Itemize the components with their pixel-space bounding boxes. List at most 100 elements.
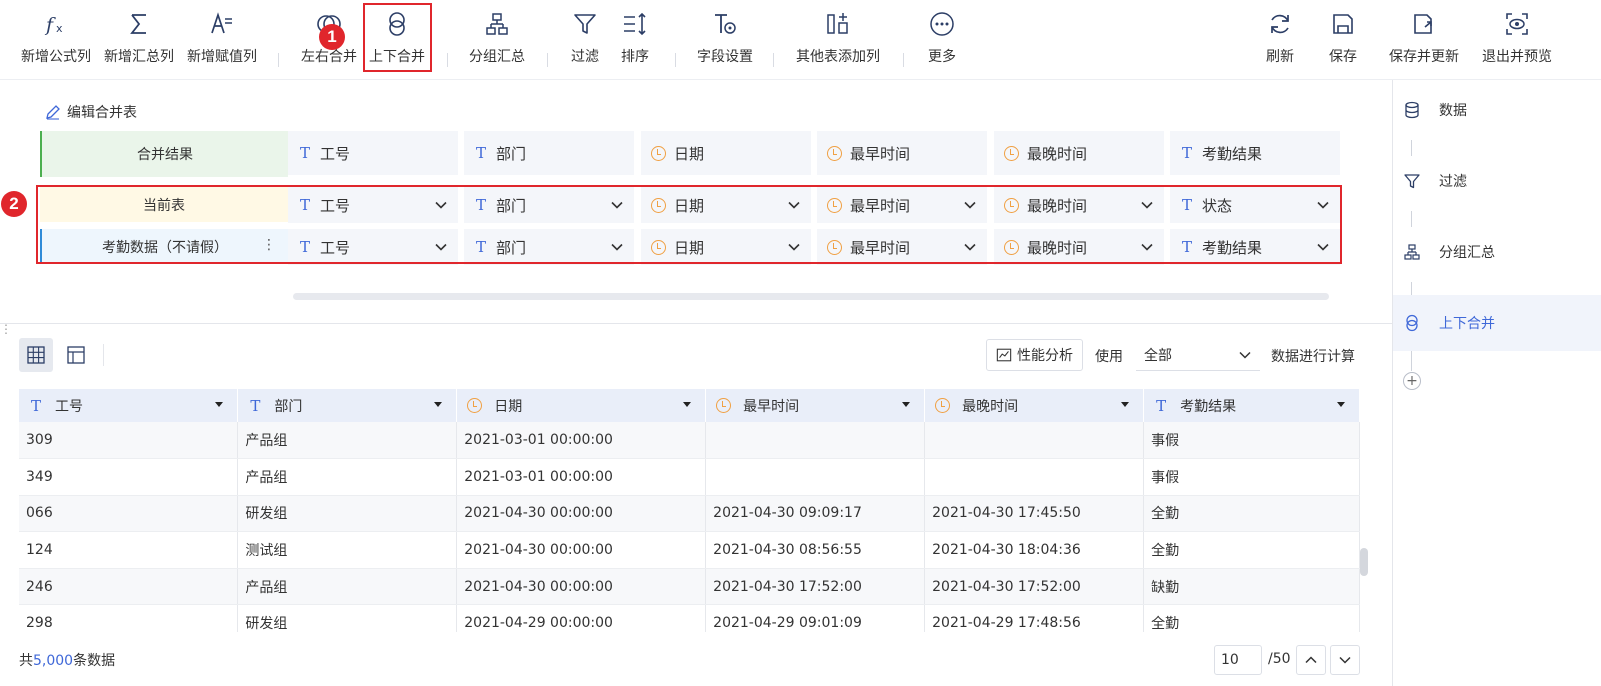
panel-splitter[interactable] <box>0 323 1393 324</box>
caret-down-icon[interactable] <box>434 402 443 407</box>
merge-result-label: 合并结果 <box>137 147 193 163</box>
data-scope-select[interactable]: 全部 <box>1136 339 1260 371</box>
preview-table: T 工号 T 部门 日期 最早时间 最晚时间 T 考勤结果 309 产品组 2021-03-01 0… <box>19 389 1360 632</box>
step-data-label: 数据 <box>1439 103 1467 119</box>
formula-icon: fx <box>42 10 70 38</box>
save-icon <box>1329 10 1357 38</box>
column-header-4[interactable]: 最晚时间 <box>924 389 1145 422</box>
column-header-2[interactable]: 日期 <box>456 389 707 422</box>
table-cell: 2021-04-30 00:00:00 <box>456 495 707 533</box>
save-and-update-button[interactable]: 保存并更新 <box>1384 0 1464 76</box>
table-cell <box>705 422 926 460</box>
add-step-button[interactable]: + <box>1403 372 1421 390</box>
column-header-content: T 部门 <box>248 396 446 416</box>
step-up-down-merge[interactable]: 上下合并 <box>1393 295 1601 351</box>
step-up-down-merge-label: 上下合并 <box>1439 316 1495 332</box>
column-header-0[interactable]: T 工号 <box>19 389 239 422</box>
table-row: 066 研发组 2021-04-30 00:00:00 2021-04-30 09:0… <box>19 495 1360 533</box>
column-header-label: 考勤结果 <box>1180 398 1237 415</box>
column-header-1[interactable]: T 部门 <box>237 389 458 422</box>
save-button[interactable]: 保存 <box>1323 0 1363 76</box>
caret-down-icon[interactable] <box>1337 402 1345 407</box>
drag-handle-icon[interactable]: ⋮ <box>0 323 12 335</box>
table-row: 309 产品组 2021-03-01 00:00:00 事假 <box>19 422 1360 460</box>
table-cell: 2021-04-30 17:45:50 <box>924 495 1145 533</box>
step-filter[interactable]: 过滤 <box>1393 153 1601 209</box>
step-filter-label: 过滤 <box>1439 174 1467 190</box>
result-field-label: 最早时间 <box>850 144 911 163</box>
result-field-5: T 考勤结果 <box>1170 131 1340 175</box>
result-field-0: T 工号 <box>288 131 458 175</box>
column-header-5[interactable]: T 考勤结果 <box>1143 389 1360 422</box>
grid-icon <box>27 346 45 364</box>
add-assign-column-label: 新增赋值列 <box>187 49 257 65</box>
add-formula-column-button[interactable]: fx 新增公式列 <box>18 0 94 76</box>
caret-down-icon[interactable] <box>683 402 692 407</box>
step-sidebar: 数据 过滤 分组汇总 上下合并 + <box>1392 80 1601 686</box>
performance-analysis-button[interactable]: 性能分析 <box>986 339 1083 371</box>
column-header-label: 工号 <box>55 398 83 415</box>
add-summary-column-button[interactable]: 新增汇总列 <box>101 0 177 76</box>
chevron-up-icon <box>1305 656 1317 664</box>
refresh-button[interactable]: 刷新 <box>1260 0 1300 76</box>
table-row: 124 测试组 2021-04-30 00:00:00 2021-04-30 08:5… <box>19 531 1360 569</box>
more-button[interactable]: 更多 <box>922 0 962 76</box>
field-settings-label: 字段设置 <box>697 49 753 65</box>
text-type-icon: T <box>250 396 261 415</box>
table-cell: 缺勤 <box>1143 568 1360 606</box>
highlight-box-fields <box>36 185 1342 264</box>
column-header-content: 最晚时间 <box>935 396 1133 416</box>
date-type-icon <box>716 398 732 413</box>
toolbar: fx 新增公式列 新增汇总列 新增赋值列 左右合并 上下合并 分组汇总 过滤 排… <box>0 0 1601 80</box>
table-cell: 2021-03-01 00:00:00 <box>456 458 707 496</box>
result-field-label: 考勤结果 <box>1202 144 1263 163</box>
text-type-icon: T <box>1156 396 1167 415</box>
caret-down-icon[interactable] <box>215 402 224 407</box>
annotation-badge-1: 1 <box>319 24 345 50</box>
toolbar-divider <box>447 53 448 67</box>
step-group-summary[interactable]: 分组汇总 <box>1393 224 1601 280</box>
caret-down-icon[interactable] <box>1121 402 1130 407</box>
database-icon <box>1405 101 1419 119</box>
data-scope-value: 全部 <box>1144 347 1172 364</box>
filter-button[interactable]: 过滤 <box>565 0 605 76</box>
sort-button[interactable]: 排序 <box>615 0 655 76</box>
add-column-label: 其他表添加列 <box>796 49 880 65</box>
page-up-button[interactable] <box>1296 645 1326 675</box>
add-formula-column-label: 新增公式列 <box>21 49 91 65</box>
table-cell <box>924 458 1145 496</box>
result-field-3: 最早时间 <box>817 131 987 175</box>
row-count-suffix: 条数据 <box>73 653 116 669</box>
refresh-label: 刷新 <box>1266 49 1294 65</box>
calc-label: 数据进行计算 <box>1271 349 1355 365</box>
svg-text:f: f <box>44 14 56 36</box>
step-data[interactable]: 数据 <box>1393 82 1601 138</box>
table-cell: 全勤 <box>1143 604 1360 632</box>
table-cell: 2021-04-30 18:04:36 <box>924 531 1145 569</box>
column-header-label: 最晚时间 <box>962 398 1019 415</box>
page-size-input[interactable]: 10 <box>1214 645 1262 675</box>
grid-view-button[interactable] <box>19 338 53 372</box>
group-summary-button[interactable]: 分组汇总 <box>462 0 532 76</box>
add-summary-column-label: 新增汇总列 <box>104 49 174 65</box>
column-header-3[interactable]: 最早时间 <box>705 389 926 422</box>
exit-and-preview-button[interactable]: 退出并预览 <box>1477 0 1557 76</box>
table-cell: 2021-04-30 17:52:00 <box>924 568 1145 606</box>
vertical-scrollbar[interactable] <box>1360 548 1368 576</box>
add-column-from-other-table-button[interactable]: 其他表添加列 <box>790 0 886 76</box>
edit-merge-table-link[interactable]: 编辑合并表 <box>45 102 137 122</box>
add-assign-column-button[interactable]: 新增赋值列 <box>184 0 260 76</box>
page-down-button[interactable] <box>1330 645 1360 675</box>
horizontal-scrollbar[interactable] <box>293 293 1329 300</box>
merge-result-header: 合并结果 <box>40 131 288 177</box>
toolbar-divider <box>675 53 676 67</box>
field-settings-button[interactable]: 字段设置 <box>690 0 760 76</box>
table-row: 349 产品组 2021-03-01 00:00:00 事假 <box>19 458 1360 496</box>
result-field-4: 最晚时间 <box>994 131 1164 175</box>
layout-view-button[interactable] <box>59 338 93 372</box>
row-count-number: 5,000 <box>33 653 74 669</box>
edit-merge-table-label: 编辑合并表 <box>67 105 137 121</box>
table-cell: 2021-04-29 09:01:09 <box>705 604 926 632</box>
caret-down-icon[interactable] <box>902 402 911 407</box>
filter-icon <box>571 10 599 38</box>
